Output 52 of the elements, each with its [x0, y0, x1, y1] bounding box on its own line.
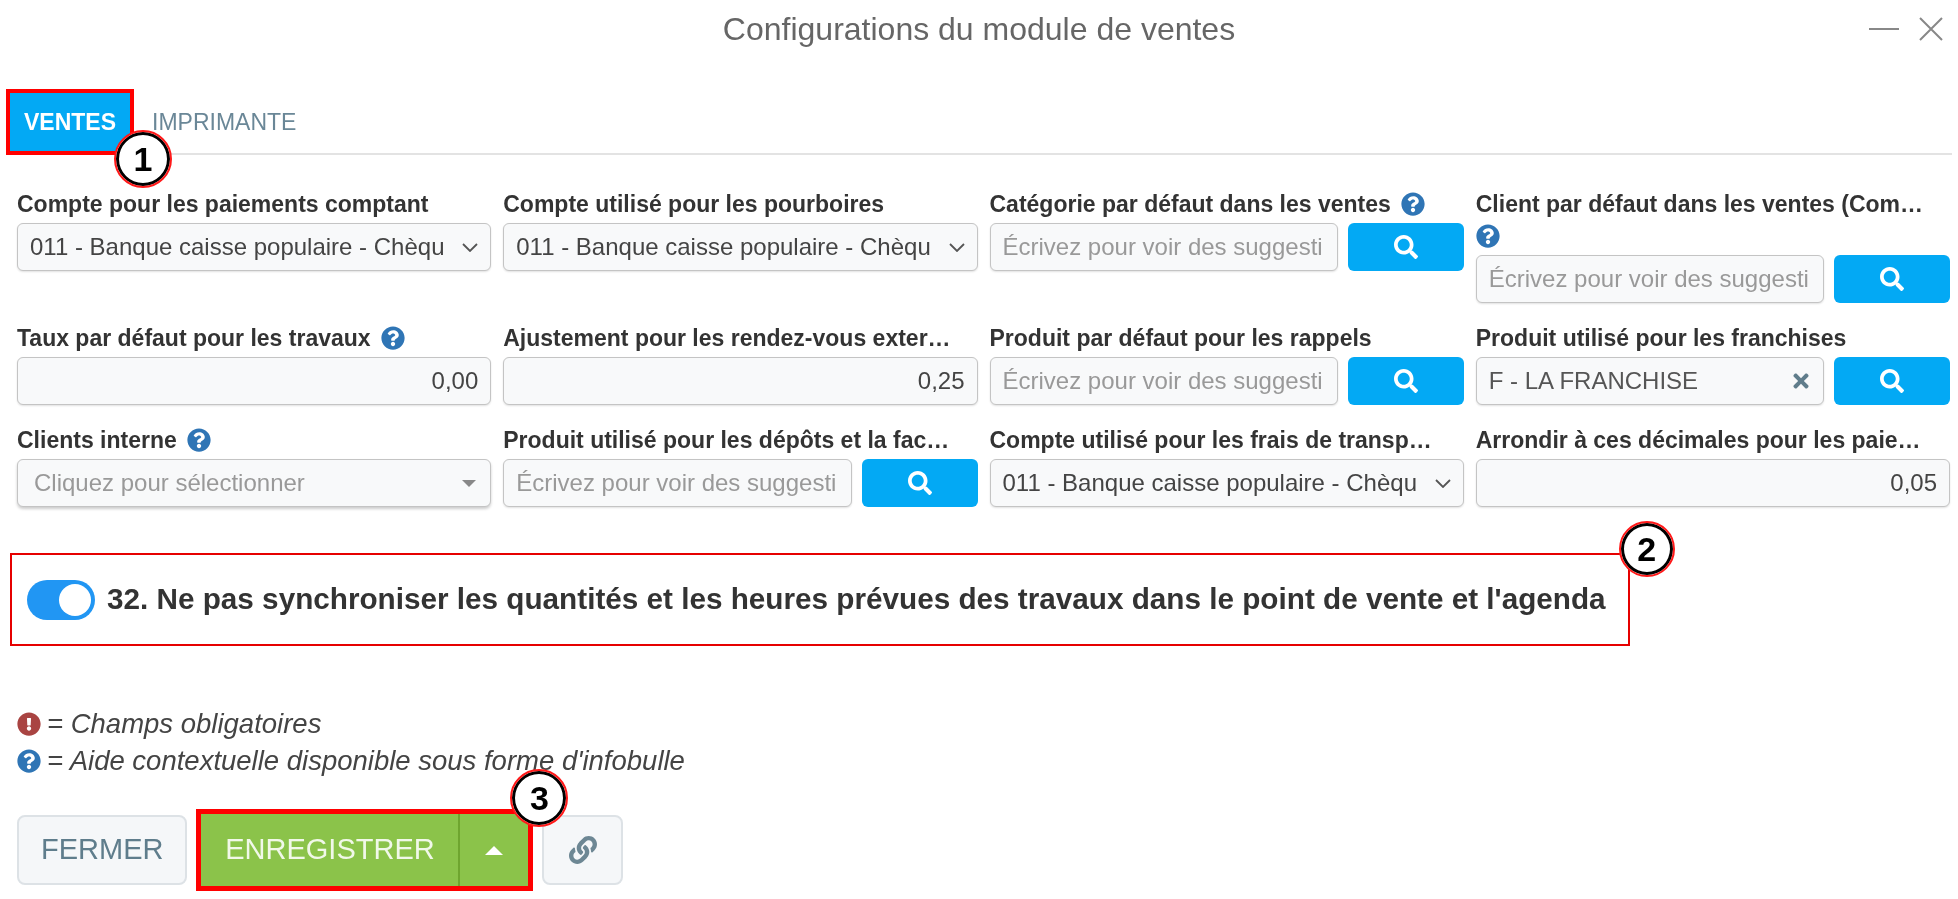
search-icon: [1880, 267, 1904, 291]
search-field[interactable]: Écrivez pour voir des suggesti: [989, 357, 1338, 405]
toggle-label: 32. Ne pas synchroniser les quantités et les heures prévues des travaux dans le point de vente et l'agenda: [107, 581, 1606, 618]
account-select[interactable]: 011 - Banque caisse populaire - Chèqu: [503, 223, 978, 271]
help-icon: [17, 748, 41, 773]
annotation-number: 1: [114, 130, 172, 188]
field-label: Produit utilisé pour les franchises: [1475, 324, 1847, 353]
search-icon: [1393, 235, 1418, 259]
field-label: Produit utilisé pour les dépôts et la fac…: [503, 426, 950, 455]
legend-text: = Champs obligatoires: [47, 706, 322, 741]
search-button[interactable]: [1347, 223, 1464, 271]
field-label: Taux par défaut pour les travaux: [17, 324, 371, 353]
link-button[interactable]: [542, 815, 624, 885]
search-button[interactable]: [861, 459, 978, 507]
field-label: Ajustement pour les rendez-vous exter…: [503, 324, 951, 353]
search-field[interactable]: Écrivez pour voir des suggesti: [1475, 255, 1824, 303]
field-label: Compte utilisé pour les frais de transp…: [989, 426, 1432, 455]
number-field[interactable]: 0,00: [17, 357, 492, 405]
chevron-down-icon: [948, 242, 965, 252]
required-icon: [17, 711, 41, 736]
link-icon: [568, 836, 597, 864]
search-icon: [1393, 369, 1418, 393]
chevron-down-icon: [462, 242, 479, 252]
save-menu-button[interactable]: [458, 814, 529, 886]
window-title: Configurations du module de ventes: [722, 10, 1236, 49]
field-label: Produit par défaut pour les rappels: [989, 324, 1372, 353]
search-button[interactable]: [1347, 357, 1464, 405]
field-label: Compte pour les paiements comptant: [17, 190, 429, 219]
search-field[interactable]: Écrivez pour voir des suggesti: [503, 459, 852, 507]
field-label: Clients interne: [17, 426, 177, 455]
search-button[interactable]: [1834, 255, 1950, 303]
annotation-number: 2: [1618, 521, 1675, 577]
field-label: Arrondir à ces décimales pour les paie…: [1475, 426, 1921, 455]
close-button[interactable]: FERMER: [17, 815, 188, 885]
field-label: Catégorie par défaut dans les ventes: [989, 190, 1391, 219]
close-icon[interactable]: [1919, 17, 1943, 41]
search-icon: [1880, 369, 1904, 393]
search-button[interactable]: [1834, 357, 1950, 405]
field-label: Client par défaut dans les ventes (Com…: [1475, 190, 1924, 219]
field-label: Compte utilisé pour les pourboires: [503, 190, 885, 219]
chevron-down-icon: [1434, 478, 1451, 488]
search-field[interactable]: F - LA FRANCHISE: [1475, 357, 1824, 405]
account-select[interactable]: 011 - Banque caisse populaire - Chèqu: [989, 459, 1464, 507]
annotation-number: 3: [510, 769, 569, 827]
account-select[interactable]: 011 - Banque caisse populaire - Chèqu: [17, 223, 492, 271]
number-field[interactable]: 0,25: [503, 357, 978, 405]
search-icon: [907, 471, 932, 495]
search-field[interactable]: Écrivez pour voir des suggesti: [989, 223, 1338, 271]
number-field[interactable]: 0,05: [1475, 459, 1950, 507]
toggle-switch[interactable]: [27, 579, 95, 620]
caret-up-icon: [485, 845, 504, 855]
caret-down-icon: [462, 479, 477, 487]
